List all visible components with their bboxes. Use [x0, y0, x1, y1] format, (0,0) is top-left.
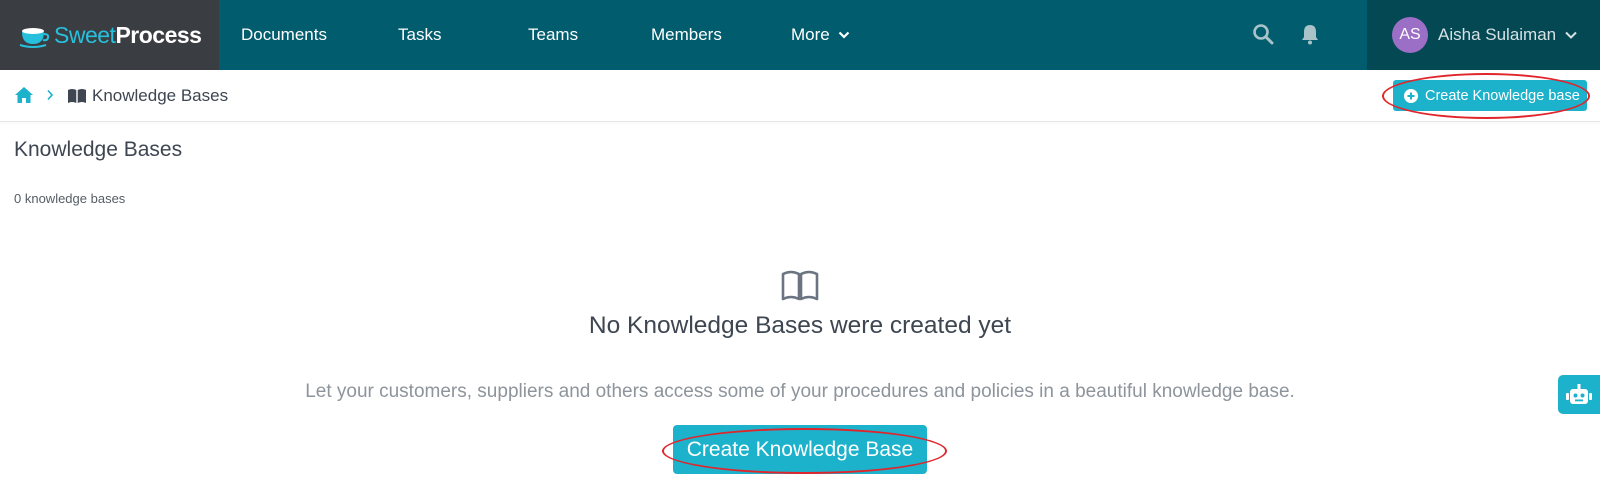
chevron-down-icon: [838, 31, 850, 39]
user-menu[interactable]: AS Aisha Sulaiman: [1367, 0, 1600, 70]
top-navigation-bar: SweetProcess Documents Tasks Teams Membe…: [0, 0, 1600, 70]
teacup-logo-icon: [19, 28, 50, 48]
nav-teams[interactable]: Teams: [528, 0, 578, 70]
plus-circle-icon: [1404, 88, 1418, 103]
page-title: Knowledge Bases: [14, 138, 183, 161]
avatar: AS: [1392, 17, 1428, 53]
nav-tasks[interactable]: Tasks: [398, 0, 441, 70]
breadcrumb-current: Knowledge Bases: [92, 86, 229, 105]
app-logo[interactable]: SweetProcess: [0, 0, 219, 70]
user-name: Aisha Sulaiman: [1438, 25, 1557, 44]
bell-icon[interactable]: [1298, 22, 1322, 46]
empty-state-description: Let your customers, suppliers and others…: [305, 381, 1295, 402]
nav-documents[interactable]: Documents: [241, 0, 327, 70]
book-icon: [68, 89, 86, 103]
robot-icon: [1566, 383, 1592, 404]
empty-state-title: No Knowledge Bases were created yet: [588, 312, 1012, 339]
breadcrumb-bar: Knowledge Bases Create Knowledge base: [0, 70, 1600, 122]
create-knowledge-base-button-top[interactable]: Create Knowledge base: [1393, 80, 1587, 111]
nav-more-dropdown[interactable]: More: [791, 0, 850, 70]
create-knowledge-base-button[interactable]: Create Knowledge Base: [673, 425, 927, 474]
knowledge-base-count: 0 knowledge bases: [14, 191, 126, 206]
chatbot-launcher[interactable]: [1558, 375, 1600, 414]
nav-members[interactable]: Members: [651, 0, 722, 70]
chevron-down-icon: [1565, 31, 1577, 39]
chevron-right-icon: [47, 89, 54, 101]
home-icon[interactable]: [14, 85, 34, 105]
search-icon[interactable]: [1251, 22, 1275, 46]
logo-text: SweetProcess: [54, 21, 202, 48]
open-book-icon: [781, 270, 819, 301]
